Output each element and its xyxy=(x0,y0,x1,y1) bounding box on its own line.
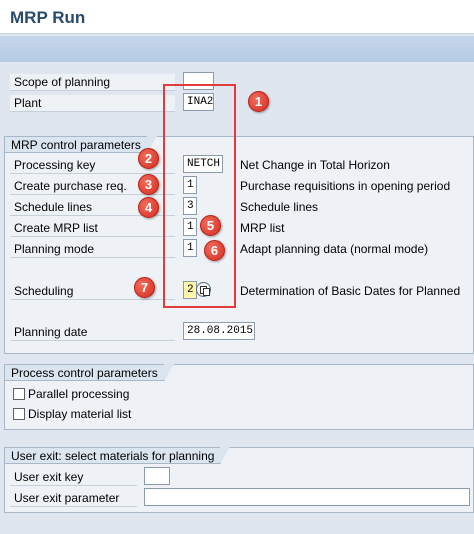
scope-of-planning-label: Scope of planning xyxy=(10,74,175,91)
create-mrp-list-description: MRP list xyxy=(240,221,285,235)
annotation-marker-3: 3 xyxy=(138,174,159,195)
schedule-lines-description: Schedule lines xyxy=(240,200,319,214)
planning-mode-description: Adapt planning data (normal mode) xyxy=(240,242,429,256)
highlight-box xyxy=(163,84,236,308)
process-control-header: Process control parameters xyxy=(5,364,174,381)
user-exit-key-field[interactable] xyxy=(144,467,170,485)
planning-date-field[interactable]: 28.08.2015 xyxy=(183,322,255,340)
title-bar: MRP Run xyxy=(0,0,474,34)
annotation-marker-6: 6 xyxy=(204,240,225,261)
page-title: MRP Run xyxy=(10,8,86,27)
plant-label: Plant xyxy=(10,95,175,112)
scheduling-description: Determination of Basic Dates for Planned xyxy=(240,284,461,298)
display-material-list-label: Display material list xyxy=(28,407,132,421)
annotation-marker-1: 1 xyxy=(248,91,269,112)
processing-key-description: Net Change in Total Horizon xyxy=(240,158,390,172)
annotation-marker-2: 2 xyxy=(138,148,159,169)
user-exit-key-label: User exit key xyxy=(10,469,137,486)
parallel-processing-checkbox[interactable] xyxy=(13,388,25,400)
annotation-marker-5: 5 xyxy=(200,215,221,236)
mrp-control-header: MRP control parameters xyxy=(5,136,157,153)
application-toolbar xyxy=(0,36,474,62)
planning-mode-label: Planning mode xyxy=(10,241,175,258)
user-exit-parameter-label: User exit parameter xyxy=(10,490,137,507)
parallel-processing-label: Parallel processing xyxy=(28,387,130,401)
user-exit-header: User exit: select materials for planning xyxy=(5,447,231,464)
create-purchase-req-description: Purchase requisitions in opening period xyxy=(240,179,451,193)
annotation-marker-7: 7 xyxy=(134,277,155,298)
annotation-marker-4: 4 xyxy=(138,197,159,218)
create-mrp-list-label: Create MRP list xyxy=(10,220,175,237)
planning-date-label: Planning date xyxy=(10,324,175,341)
display-material-list-checkbox[interactable] xyxy=(13,408,25,420)
user-exit-parameter-field[interactable] xyxy=(144,488,470,506)
